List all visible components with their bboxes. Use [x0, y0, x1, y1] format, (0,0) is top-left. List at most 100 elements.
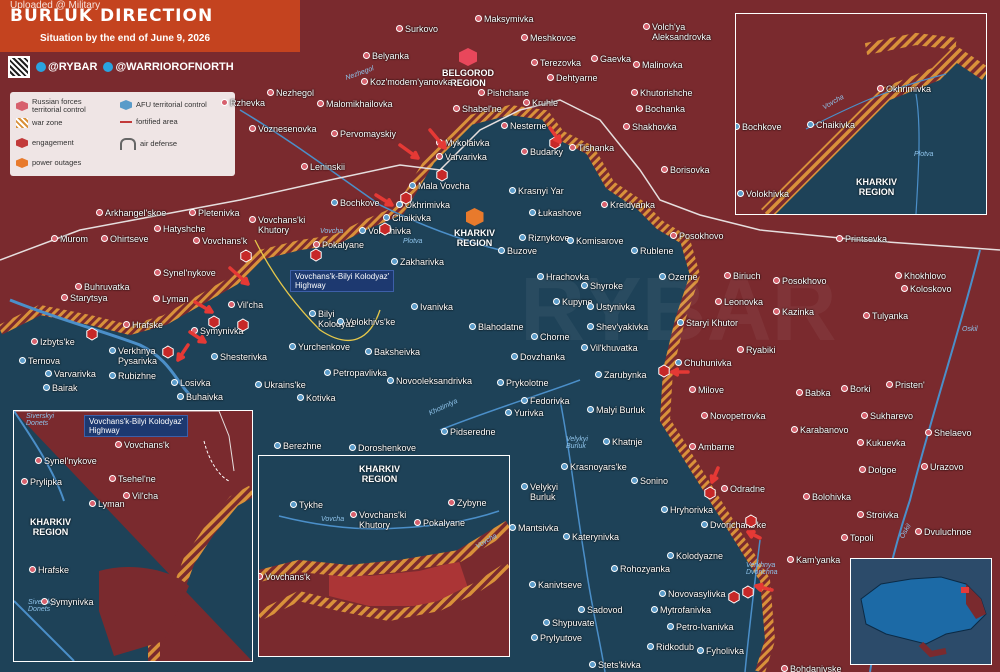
engagement-icon	[16, 138, 28, 148]
town-marker-ukrainske	[255, 381, 262, 388]
town-label-buhaivka: Buhaivka	[186, 392, 224, 402]
town-label-malinovka: Malinovka	[642, 60, 683, 70]
town-label-volokhivka: Volokhivka	[368, 226, 412, 236]
title-banner: Uploaded @ Military BURLUK DIRECTION Sit…	[0, 0, 300, 52]
town-marker-sonino	[631, 477, 638, 484]
town-label-hatyshche: Hatyshche	[163, 224, 206, 234]
town-label-bm_vovchansk: Vovchans'k	[265, 572, 311, 582]
town-marker-leninskii	[301, 163, 308, 170]
town-marker-bm_tykhe	[290, 501, 297, 508]
town-label-posokhovo2: Posokhovo	[782, 276, 827, 286]
town-label-hrafske: Hrafske	[132, 320, 164, 330]
town-label-kreidyanka: Kreidyanka	[610, 200, 656, 210]
town-label-ridkodub: Ridkodub	[656, 642, 695, 652]
town-marker-kupyne	[553, 298, 560, 305]
town-marker-riznykove	[519, 234, 526, 241]
town-label-pristen: Pristen'	[895, 380, 925, 390]
town-marker-losivka	[171, 379, 178, 386]
town-label-arkhangel: Arkhangel'skoe	[105, 208, 167, 218]
town-label-gaevka: Gaevka	[600, 54, 632, 64]
town-label-synelnykove: Synel'nykove	[163, 268, 216, 278]
inset-bottom-middle-terrain	[259, 510, 509, 656]
town-label-doroshenkove: Doroshenkove	[358, 443, 417, 453]
river-label-oskil: Oskil	[962, 326, 978, 333]
town-marker-mytrofanivka	[651, 606, 658, 613]
town-label-bolohivka: Bolohivka	[812, 492, 852, 502]
town-label-chorne: Chorne	[540, 332, 570, 342]
town-marker-biriuch	[724, 272, 731, 279]
town-label-zakharivka: Zakharivka	[400, 257, 445, 267]
town-marker-tulyanka	[863, 312, 870, 319]
town-marker-koloskovo	[901, 285, 908, 292]
town-marker-bilyi	[309, 310, 316, 317]
town-label-symynivka: Symynivka	[200, 326, 244, 336]
town-label-urazovo: Urazovo	[930, 462, 964, 472]
town-marker-printsevka	[836, 235, 843, 242]
town-marker-bl_tsehel	[109, 475, 116, 482]
town-marker-murom	[51, 235, 58, 242]
town-marker-dovzhanka	[511, 353, 518, 360]
inset-bl-river-1: Siverskyi Donets	[26, 413, 55, 427]
town-marker-hrafske	[123, 321, 130, 328]
town-marker-izbytske	[31, 338, 38, 345]
town-label-kamyanka: Kam'yanka	[796, 555, 841, 565]
town-marker-verkhnya_pys	[109, 347, 116, 354]
town-label-leninskii: Leninskii	[310, 162, 346, 172]
town-label-bl_vilcha: Vil'cha	[132, 491, 159, 501]
town-marker-malomikh	[317, 100, 324, 107]
town-marker-gaevka	[591, 55, 598, 62]
town-marker-chuhunivka	[675, 359, 682, 366]
map-title: BURLUK DIRECTION	[10, 6, 214, 26]
town-marker-rzhevka	[221, 99, 228, 106]
town-label-krasnoyarske: Krasnoyars'ke	[570, 462, 627, 472]
town-marker-pokalyane	[313, 241, 320, 248]
town-label-tr_volokhivka: Volokhivka	[746, 189, 790, 199]
town-marker-mykolaivka	[436, 139, 443, 146]
power-outage-icon	[465, 208, 484, 226]
town-label-bl_synel: Synel'nykove	[44, 456, 97, 466]
town-marker-bl_vovchansk	[115, 441, 122, 448]
town-label-milove: Milove	[698, 385, 725, 395]
town-label-petro_ivan: Petro-Ivanivka	[676, 622, 734, 632]
town-marker-shelaevo	[925, 429, 932, 436]
town-marker-shyroke	[581, 282, 588, 289]
town-marker-okhrimivka	[396, 201, 403, 208]
town-label-stets: Stets'kivka	[598, 660, 641, 670]
town-label-lukashove: Łukashove	[538, 208, 582, 218]
town-marker-bl_vilcha	[123, 492, 130, 499]
town-marker-doroshenkove	[349, 444, 356, 451]
town-label-hryhorivka: Hryhorivka	[670, 505, 714, 515]
town-marker-bohdanivske	[781, 665, 788, 672]
town-label-kazinka: Kazinka	[782, 307, 815, 317]
town-label-kolodyazne: Kolodyazne	[676, 551, 724, 561]
town-label-volchya: Volch'ya Aleksandrovka	[652, 22, 712, 42]
town-label-bochkove: Bochkove	[340, 198, 380, 208]
town-label-zarubynka: Zarubynka	[604, 370, 647, 380]
town-label-ternova: Ternova	[28, 356, 61, 366]
town-marker-pristen	[886, 381, 893, 388]
town-marker-varvarivka2	[45, 370, 52, 377]
town-marker-stets	[589, 661, 596, 668]
town-label-novopetrovka: Novopetrovka	[710, 411, 766, 421]
town-marker-terezovka	[531, 59, 538, 66]
town-label-prylyutove: Prylyutove	[540, 633, 583, 643]
town-marker-kotivka	[297, 394, 304, 401]
town-label-ryabiki: Ryabiki	[746, 345, 776, 355]
town-marker-dolgoe	[859, 466, 866, 473]
inset-bottom-middle: KHARKIV REGION Vovcha Vovcha Tykhe Zybyne…	[258, 455, 510, 657]
town-marker-starytsya	[61, 294, 68, 301]
town-marker-khokhlovo	[895, 272, 902, 279]
town-marker-varvarivka	[436, 153, 443, 160]
town-label-murom: Murom	[60, 234, 89, 244]
town-marker-krasnoyarske	[561, 463, 568, 470]
town-marker-novooleks	[387, 377, 394, 384]
town-marker-kamyanka	[787, 556, 794, 563]
town-label-buzove: Buzove	[507, 246, 538, 256]
town-marker-topoli	[841, 534, 848, 541]
town-marker-dehtyarne	[547, 74, 554, 81]
town-marker-hatyshche	[154, 225, 161, 232]
town-marker-meshkovoe	[521, 34, 528, 41]
town-label-malyi_burluk: Malyi Burluk	[596, 405, 646, 415]
town-label-tulyanka: Tulyanka	[872, 311, 909, 321]
town-marker-posokhovo2	[773, 277, 780, 284]
